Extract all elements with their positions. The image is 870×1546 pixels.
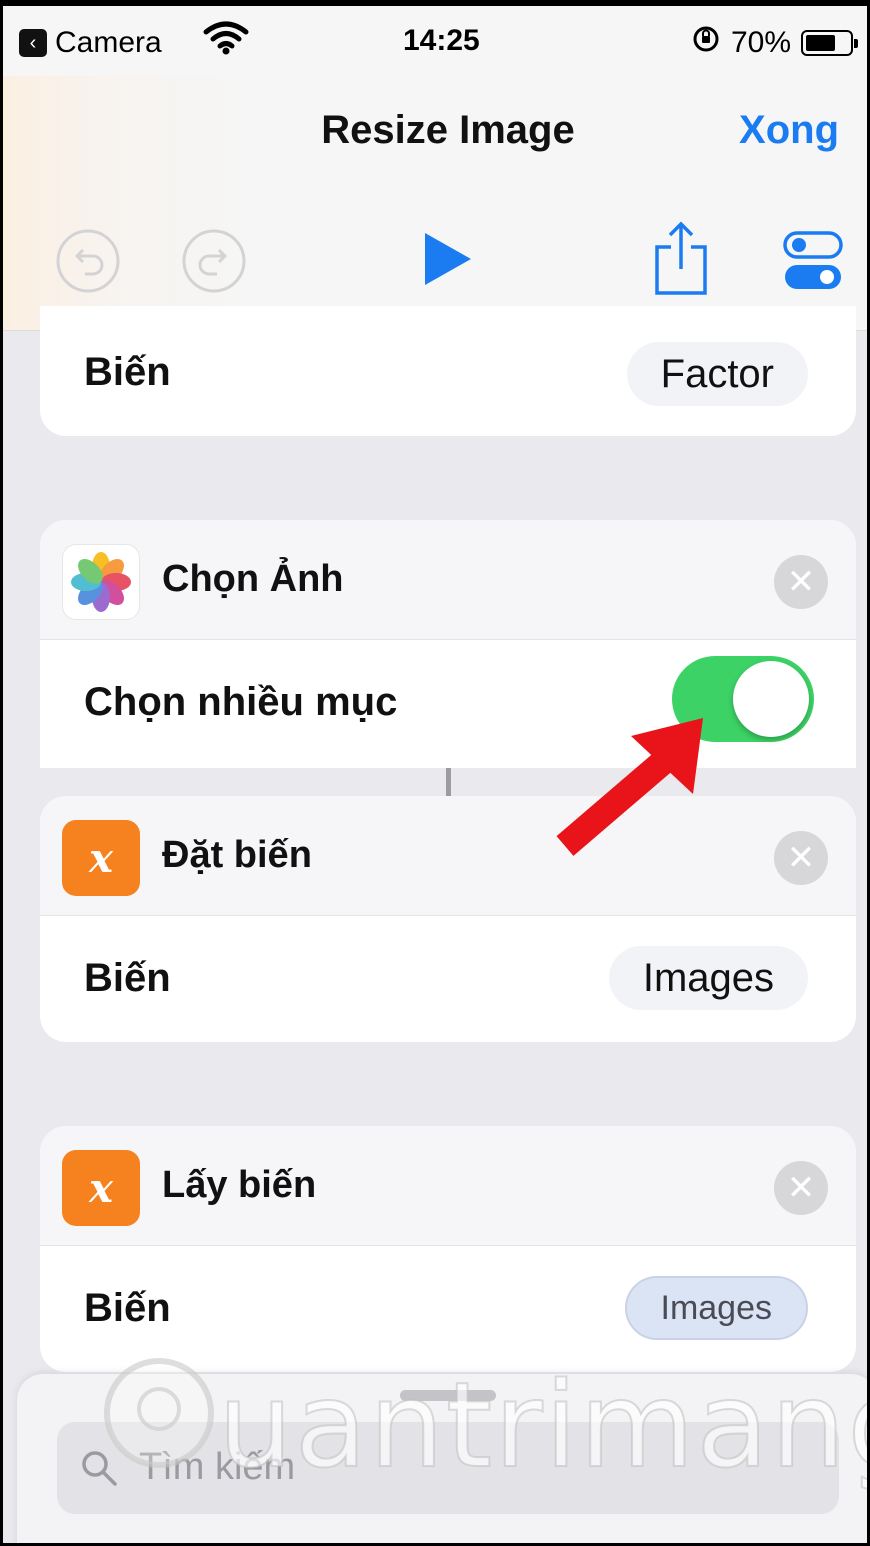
select-multiple-label: Chọn nhiều mục [84, 680, 398, 724]
settings-toggle-icon[interactable] [783, 231, 843, 296]
close-icon: ✕ [786, 839, 816, 877]
variable-icon: x [62, 1150, 140, 1226]
wifi-icon [203, 20, 249, 64]
back-app-label: Camera [55, 26, 162, 59]
orientation-lock-icon [691, 24, 721, 62]
editor-header: Resize Image Xong [3, 76, 867, 331]
status-bar: ‹ Camera 14:25 70% [3, 6, 867, 76]
action-title: Đặt biến [162, 834, 312, 876]
battery-percent: 70% [730, 26, 791, 59]
annotation-arrow-icon [543, 696, 743, 881]
done-button[interactable]: Xong [739, 108, 839, 153]
photos-app-icon [62, 544, 140, 620]
back-chevron-icon: ‹ [19, 29, 47, 57]
set-variable-card-partial: Biến Factor [40, 306, 856, 436]
variable-label: Biến [84, 1286, 171, 1330]
app-screen: ‹ Camera 14:25 70% Resize Image Xong Biế… [0, 0, 870, 1546]
remove-action-button[interactable]: ✕ [774, 1161, 828, 1215]
variable-token[interactable]: Images [624, 1276, 808, 1340]
back-to-app[interactable]: ‹ Camera [19, 26, 162, 60]
variable-icon: x [62, 820, 140, 896]
action-connector [446, 768, 451, 796]
share-icon[interactable] [653, 221, 709, 302]
variable-name-pill[interactable]: Factor [626, 342, 808, 406]
play-icon[interactable] [423, 231, 473, 292]
variable-name-pill[interactable]: Images [608, 946, 808, 1010]
action-title: Lấy biến [162, 1164, 317, 1206]
watermark-text: uantrimang [217, 1355, 870, 1495]
clock: 14:25 [403, 24, 480, 57]
variable-label: Biến [84, 956, 171, 1000]
toggle-knob [733, 661, 809, 737]
remove-action-button[interactable]: ✕ [774, 831, 828, 885]
action-title: Chọn Ảnh [162, 558, 344, 600]
undo-icon[interactable] [55, 228, 121, 299]
remove-action-button[interactable]: ✕ [774, 555, 828, 609]
get-variable-card: x Lấy biến ✕ Biến Images [40, 1126, 856, 1372]
redo-icon[interactable] [181, 228, 247, 299]
battery-icon [801, 30, 858, 56]
close-icon: ✕ [786, 1169, 816, 1207]
variable-label: Biến [84, 350, 171, 394]
watermark-logo-icon [99, 1351, 219, 1486]
close-icon: ✕ [786, 563, 816, 601]
